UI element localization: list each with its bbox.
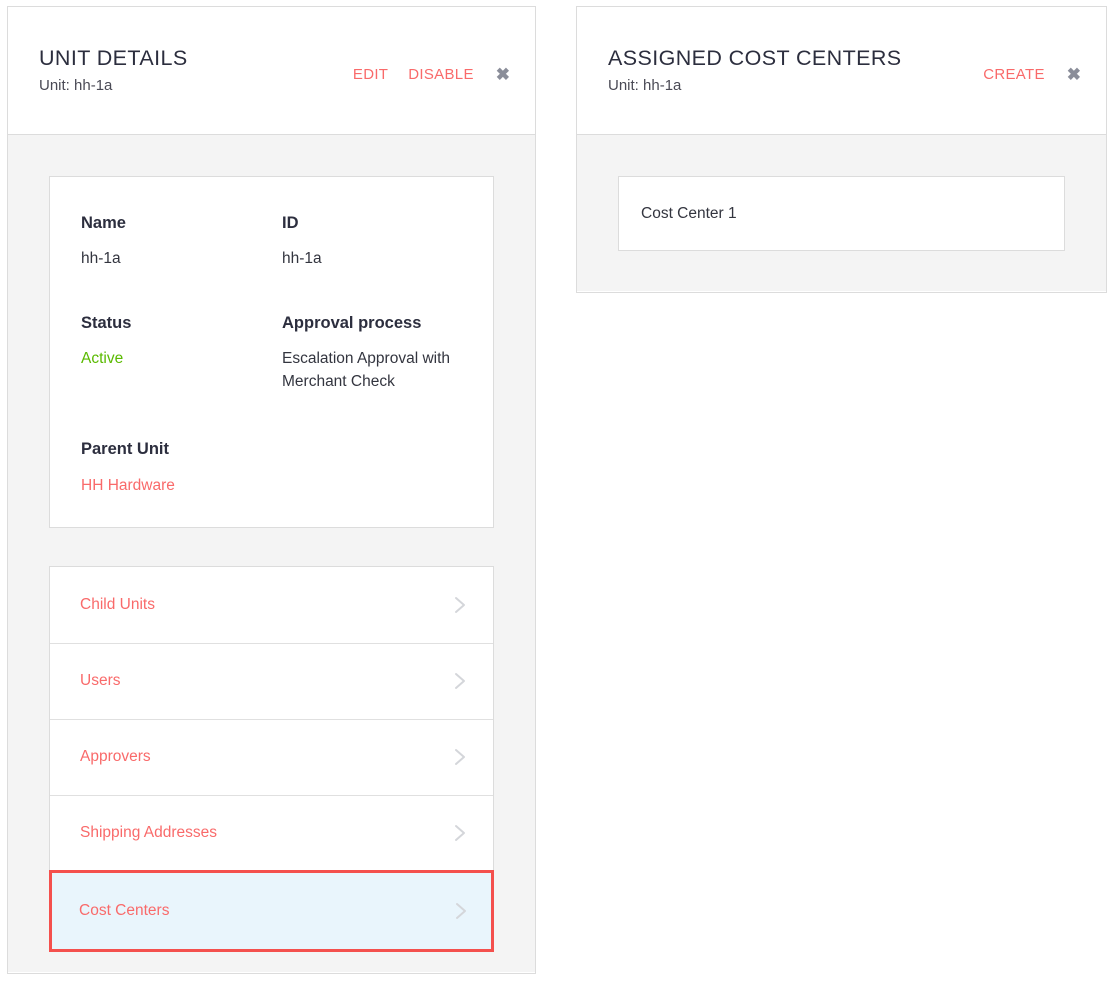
chevron-right-icon bbox=[454, 823, 467, 843]
assigned-cost-centers-header-text: ASSIGNED COST CENTERS Unit: hh-1a bbox=[608, 45, 902, 96]
field-value-id: hh-1a bbox=[282, 250, 322, 268]
assigned-cost-centers-panel: ASSIGNED COST CENTERS Unit: hh-1a CREATE… bbox=[576, 6, 1107, 293]
field-value-approval-process: Escalation Approval with Merchant Check bbox=[282, 350, 451, 390]
sidebar-item-label: Users bbox=[80, 672, 121, 690]
unit-details-grid: Name ID hh-1a hh-1a Status Approval proc… bbox=[81, 213, 462, 497]
sidebar-item-label: Shipping Addresses bbox=[80, 824, 218, 842]
create-link[interactable]: CREATE bbox=[973, 62, 1055, 87]
unit-details-panel: UNIT DETAILS Unit: hh-1a EDIT DISABLE ✖ … bbox=[7, 6, 536, 974]
field-value-spacer bbox=[282, 475, 462, 497]
close-icon[interactable]: ✖ bbox=[1055, 60, 1090, 89]
sidebar-item-users[interactable]: Users bbox=[50, 643, 493, 720]
sidebar-item-label: Child Units bbox=[80, 596, 155, 614]
sidebar-item-label: Approvers bbox=[80, 748, 151, 766]
unit-details-header-text: UNIT DETAILS Unit: hh-1a bbox=[39, 45, 188, 96]
page-title: ASSIGNED COST CENTERS bbox=[608, 46, 902, 71]
sidebar-item-child-units[interactable]: Child Units bbox=[50, 567, 493, 644]
sidebar-item-shipping-addresses[interactable]: Shipping Addresses bbox=[50, 795, 493, 872]
field-label-spacer bbox=[282, 435, 462, 474]
screen: UNIT DETAILS Unit: hh-1a EDIT DISABLE ✖ … bbox=[0, 0, 1115, 982]
close-icon[interactable]: ✖ bbox=[484, 60, 519, 89]
field-label-parent-unit: Parent Unit bbox=[81, 440, 170, 459]
cost-center-label: Cost Center 1 bbox=[641, 204, 737, 222]
list-item[interactable]: Cost Center 1 bbox=[618, 176, 1065, 251]
sidebar-item-approvers[interactable]: Approvers bbox=[50, 719, 493, 796]
status-badge: Active bbox=[81, 350, 124, 368]
unit-details-card: Name ID hh-1a hh-1a Status Approval proc… bbox=[49, 176, 494, 529]
assigned-cost-centers-body: Cost Center 1 bbox=[577, 135, 1106, 291]
edit-link[interactable]: EDIT bbox=[343, 62, 398, 87]
field-label-name: Name bbox=[81, 214, 126, 232]
chevron-right-icon bbox=[454, 747, 467, 767]
disable-link[interactable]: DISABLE bbox=[398, 62, 483, 87]
assigned-cost-centers-actions: CREATE ✖ bbox=[973, 60, 1090, 89]
field-value-name: hh-1a bbox=[81, 250, 121, 268]
chevron-right-icon bbox=[455, 901, 468, 921]
unit-details-body: Name ID hh-1a hh-1a Status Approval proc… bbox=[8, 135, 535, 972]
unit-subtitle: Unit: hh-1a bbox=[608, 76, 682, 94]
field-label-approval-process: Approval process bbox=[282, 313, 422, 332]
unit-details-header: UNIT DETAILS Unit: hh-1a EDIT DISABLE ✖ bbox=[8, 7, 535, 135]
assigned-cost-centers-header: ASSIGNED COST CENTERS Unit: hh-1a CREATE… bbox=[577, 7, 1106, 135]
chevron-right-icon bbox=[454, 595, 467, 615]
unit-sections-list: Child Units Users Approvers Shipping Add… bbox=[49, 566, 494, 953]
sidebar-item-label: Cost Centers bbox=[79, 902, 170, 920]
parent-unit-link[interactable]: HH Hardware bbox=[81, 475, 282, 497]
unit-subtitle: Unit: hh-1a bbox=[39, 76, 113, 94]
chevron-right-icon bbox=[454, 671, 467, 691]
unit-details-actions: EDIT DISABLE ✖ bbox=[343, 60, 519, 89]
sidebar-item-cost-centers[interactable]: Cost Centers bbox=[49, 870, 494, 953]
field-label-status: Status bbox=[81, 313, 132, 332]
page-title: UNIT DETAILS bbox=[39, 46, 188, 71]
field-label-id: ID bbox=[282, 214, 299, 232]
